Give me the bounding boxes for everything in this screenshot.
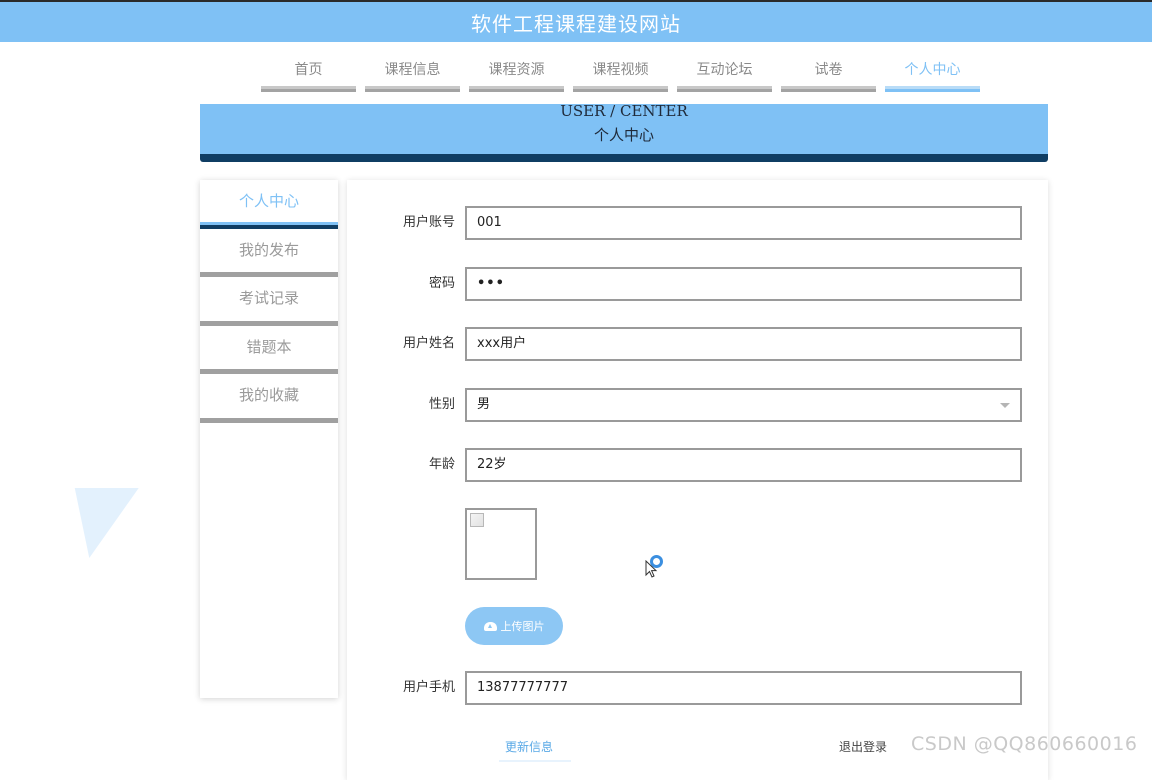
sidebar-item-favorites[interactable]: 我的收藏 (200, 374, 338, 423)
gender-select-value: 男 (477, 397, 491, 412)
name-label: 用户姓名 (402, 336, 455, 351)
gender-select[interactable]: 男 (465, 388, 1022, 422)
sidebar-item-exam-records[interactable]: 考试记录 (200, 277, 338, 326)
update-info-underline (499, 760, 571, 762)
account-input[interactable]: 001 (465, 206, 1022, 240)
update-info-button[interactable]: 更新信息 (499, 738, 571, 762)
upload-image-label: 上传图片 (500, 620, 545, 633)
form-row-account: 用户账号 001 (347, 206, 1048, 240)
avatar-preview (465, 508, 537, 580)
nav-item-label: 课程视频 (592, 62, 649, 78)
nav-item-course-videos[interactable]: 课程视频 (573, 56, 668, 92)
sidebar-item-underline (200, 221, 338, 229)
page-banner: USER / CENTER 个人中心 (200, 104, 1048, 162)
nav-item-exams[interactable]: 试卷 (781, 56, 876, 92)
sidebar-item-label: 考试记录 (238, 289, 299, 308)
sidebar-item-label: 我的收藏 (238, 386, 299, 405)
password-input[interactable]: ••• (465, 267, 1022, 301)
nav-item-forum[interactable]: 互动论坛 (677, 56, 772, 92)
nav-item-underline (781, 86, 876, 92)
cloud-upload-icon (483, 621, 497, 631)
profile-form-panel: 用户账号 001 密码 ••• 用户姓名 xxx用户 性别 男 年龄 22岁 上… (347, 180, 1048, 780)
nav-item-home[interactable]: 首页 (261, 56, 356, 92)
update-info-label: 更新信息 (505, 740, 554, 754)
sidebar-item-wrong-answers[interactable]: 错题本 (200, 326, 338, 375)
nav-item-label: 互动论坛 (696, 62, 753, 78)
name-input[interactable]: xxx用户 (465, 327, 1022, 361)
sidebar: 个人中心 我的发布 考试记录 错题本 我的收藏 (200, 180, 338, 698)
sidebar-item-label: 个人中心 (238, 192, 299, 210)
upload-image-button[interactable]: 上传图片 (465, 607, 563, 645)
main-nav: 首页 课程信息 课程资源 课程视频 互动论坛 试卷 个人中心 (261, 56, 989, 92)
form-row-gender: 性别 男 (347, 388, 1048, 422)
nav-item-underline (573, 86, 668, 92)
sidebar-item-user-center[interactable]: 个人中心 (200, 180, 338, 229)
nav-item-course-resources[interactable]: 课程资源 (469, 56, 564, 92)
broken-image-icon (470, 513, 484, 527)
nav-item-label: 试卷 (814, 62, 843, 78)
form-row-name: 用户姓名 xxx用户 (347, 327, 1048, 361)
banner-title-cn: 个人中心 (593, 126, 654, 144)
form-row-age: 年龄 22岁 (347, 448, 1048, 482)
password-label: 密码 (428, 276, 455, 291)
form-row-password: 密码 ••• (347, 267, 1048, 301)
phone-label: 用户手机 (402, 680, 455, 695)
nav-item-label: 个人中心 (904, 62, 961, 78)
sidebar-item-label: 错题本 (246, 337, 292, 356)
phone-input[interactable]: 13877777777 (465, 671, 1022, 705)
nav-item-underline (261, 86, 356, 92)
watermark: CSDN @QQ860660016 (911, 733, 1138, 755)
chevron-down-icon (1000, 403, 1010, 408)
sidebar-item-underline (200, 417, 338, 423)
nav-item-user-center[interactable]: 个人中心 (885, 56, 980, 92)
nav-item-label: 首页 (294, 62, 323, 78)
site-header: 软件工程课程建设网站 (0, 0, 1152, 42)
sidebar-item-label: 我的发布 (238, 240, 299, 259)
nav-item-underline (885, 86, 980, 92)
banner-title-en: USER / CENTER (560, 102, 688, 120)
nav-item-underline (677, 86, 772, 92)
form-row-phone: 用户手机 13877777777 (347, 671, 1048, 705)
age-input[interactable]: 22岁 (465, 448, 1022, 482)
decorative-triangle (57, 488, 139, 558)
logout-button[interactable]: 退出登录 (839, 738, 887, 755)
nav-item-underline (365, 86, 460, 92)
nav-item-course-info[interactable]: 课程信息 (365, 56, 460, 92)
mouse-cursor-icon (645, 560, 658, 578)
account-label: 用户账号 (402, 215, 455, 230)
nav-item-label: 课程资源 (488, 62, 545, 78)
age-label: 年龄 (428, 457, 455, 472)
nav-item-underline (469, 86, 564, 92)
gender-label: 性别 (428, 397, 455, 412)
site-title: 软件工程课程建设网站 (471, 11, 681, 36)
sidebar-item-my-posts[interactable]: 我的发布 (200, 229, 338, 278)
nav-item-label: 课程信息 (384, 62, 441, 78)
